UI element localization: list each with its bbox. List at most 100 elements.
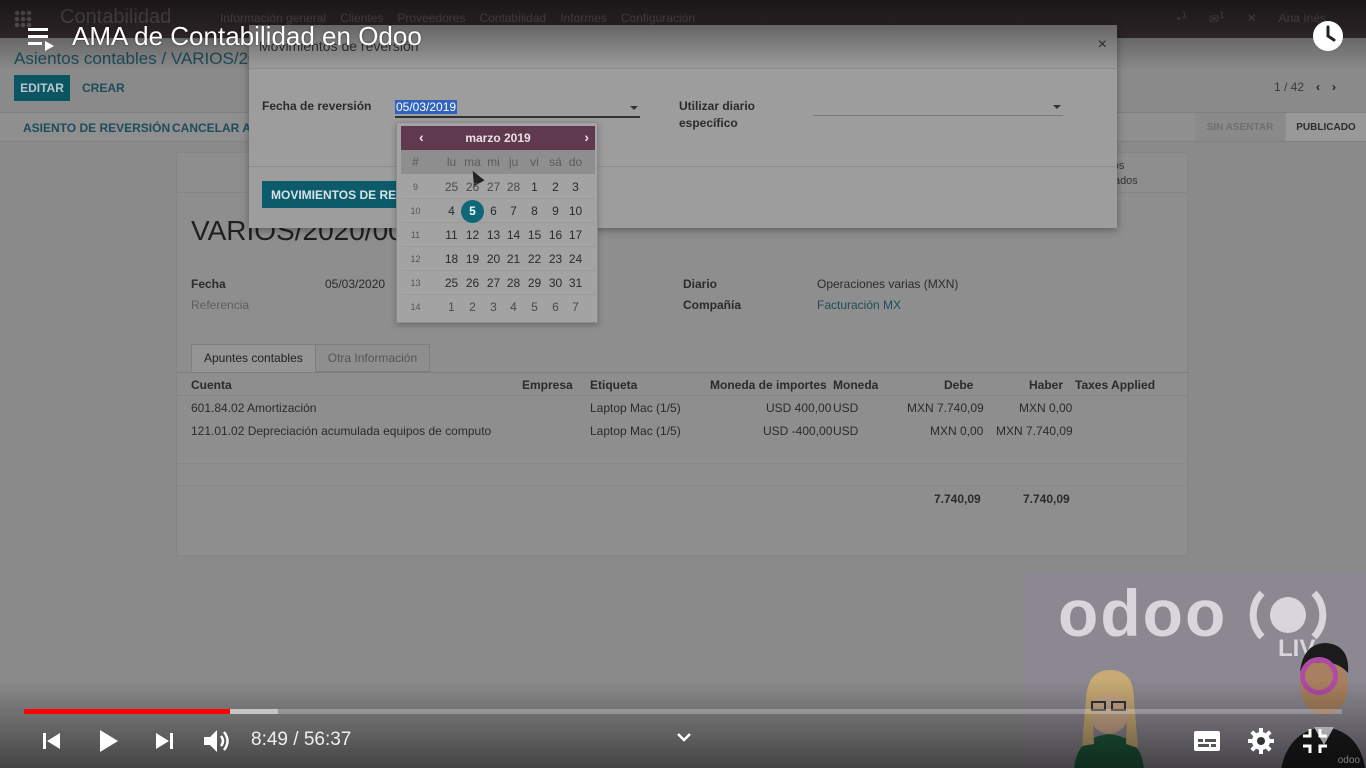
day-cell[interactable]: 9	[545, 199, 566, 223]
activity-icon[interactable]: ◔1	[1174, 10, 1187, 26]
day-cell[interactable]: 27	[483, 175, 504, 199]
day-cell[interactable]: 29	[524, 271, 545, 295]
time-display: 8:49 / 56:37	[251, 729, 351, 751]
edit-button[interactable]: EDITAR	[14, 75, 70, 101]
day-cell[interactable]: 1	[524, 175, 545, 199]
day-cell[interactable]: 13	[483, 223, 504, 247]
day-cell[interactable]: 17	[565, 223, 586, 247]
day-cell[interactable]: 3	[565, 175, 586, 199]
col-moneda[interactable]: Moneda	[833, 378, 878, 392]
day-cell[interactable]: 16	[545, 223, 566, 247]
datepicker-month[interactable]: marzo 2019	[401, 131, 595, 145]
cancel-entry-button[interactable]: CANCELAR AS	[172, 121, 259, 135]
status-posted[interactable]: PUBLICADO	[1286, 113, 1366, 141]
col-cuenta[interactable]: Cuenta	[191, 378, 232, 392]
exit-fullscreen-icon[interactable]	[1300, 726, 1330, 756]
chevron-down-icon[interactable]	[630, 106, 638, 110]
day-cell[interactable]: 27	[483, 271, 504, 295]
day-cell[interactable]: 2	[462, 295, 483, 319]
dialog-footer-divider	[249, 166, 1117, 167]
day-cell[interactable]: 25	[441, 271, 462, 295]
clock-icon[interactable]	[1312, 20, 1344, 52]
fecha-value[interactable]: 05/03/2020	[325, 277, 385, 291]
tab-apuntes[interactable]: Apuntes contables	[191, 344, 316, 372]
day-cell[interactable]: 6	[483, 199, 504, 223]
day-cell[interactable]: 3	[483, 295, 504, 319]
day-cell[interactable]: 21	[503, 247, 524, 271]
apps-grid-icon[interactable]	[14, 10, 32, 28]
time-separator: /	[287, 729, 304, 750]
day-cell[interactable]: 1	[441, 295, 462, 319]
menu-item-informes[interactable]: Informes	[560, 11, 607, 25]
playlist-icon[interactable]	[28, 27, 56, 51]
day-cell[interactable]: 19	[462, 247, 483, 271]
day-cell[interactable]: 18	[441, 247, 462, 271]
day-cell[interactable]: 28	[503, 271, 524, 295]
day-cell[interactable]: 15	[524, 223, 545, 247]
day-cell[interactable]: 31	[565, 271, 586, 295]
table-totals: 7.740,09 7.740,09	[177, 486, 1189, 510]
col-haber[interactable]: Haber	[1029, 378, 1063, 392]
day-cell[interactable]: 14	[503, 223, 524, 247]
table-row[interactable]: 121.01.02 Depreciación acumulada equipos…	[177, 419, 1189, 442]
play-icon[interactable]	[92, 726, 122, 756]
reversal-date-input[interactable]: 05/03/2019	[395, 98, 640, 118]
day-cell[interactable]: 7	[565, 295, 586, 319]
menu-item-configuracion[interactable]: Configuración	[621, 11, 695, 25]
day-cell[interactable]: 11	[441, 223, 462, 247]
day-cell[interactable]: 4	[503, 295, 524, 319]
breadcrumb[interactable]: Asientos contables / VARIOS/20	[14, 49, 257, 69]
day-cell[interactable]: 26	[462, 271, 483, 295]
day-cell[interactable]: 6	[545, 295, 566, 319]
day-cell[interactable]: 22	[524, 247, 545, 271]
pager-next-icon[interactable]: ›	[1332, 80, 1336, 94]
pager-prev-icon[interactable]: ‹	[1316, 80, 1320, 94]
journal-select[interactable]	[813, 98, 1063, 116]
table-row[interactable]: 601.84.02 Amortización Laptop Mac (1/5) …	[177, 396, 1189, 419]
day-cell[interactable]: 4	[441, 199, 462, 223]
day-cell[interactable]: 30	[545, 271, 566, 295]
tab-otra-informacion[interactable]: Otra Información	[315, 344, 431, 372]
reverse-moves-button[interactable]: MOVIMIENTOS DE REVERSIÓN	[262, 181, 402, 208]
col-etiqueta[interactable]: Etiqueta	[590, 378, 637, 392]
next-icon[interactable]	[150, 726, 180, 756]
selected-day[interactable]: 5	[461, 199, 484, 223]
create-button[interactable]: CREAR	[82, 81, 125, 95]
video-title[interactable]: AMA de Contabilidad en Odoo	[72, 21, 422, 52]
day-cell[interactable]: 28	[503, 175, 524, 199]
reverse-entry-button[interactable]: ASIENTO DE REVERSIÓN	[23, 121, 170, 135]
subtitles-icon[interactable]	[1192, 726, 1222, 756]
status-draft[interactable]: SIN ASENTAR	[1195, 113, 1285, 141]
col-debe[interactable]: Debe	[944, 378, 973, 392]
col-empresa[interactable]: Empresa	[522, 378, 573, 392]
day-cell[interactable]: 10	[565, 199, 586, 223]
compania-label: Compañía	[683, 298, 742, 312]
chevron-down-icon[interactable]	[1053, 105, 1061, 109]
day-cell[interactable]: 23	[545, 247, 566, 271]
chevron-right-icon[interactable]: ›	[584, 129, 589, 145]
day-cell[interactable]: 2	[545, 175, 566, 199]
prev-icon[interactable]	[36, 726, 66, 756]
progress-bar[interactable]	[24, 709, 1342, 714]
diario-value[interactable]: Operaciones varias (MXN)	[817, 277, 958, 291]
reversal-date-value[interactable]: 05/03/2019	[395, 100, 458, 114]
day-cell[interactable]: 25	[441, 175, 462, 199]
day-cell[interactable]: 12	[462, 223, 483, 247]
day-cell[interactable]: 24	[565, 247, 586, 271]
compania-value[interactable]: Facturación MX	[817, 298, 901, 312]
day-cell[interactable]: 8	[524, 199, 545, 223]
day-cell[interactable]: 5	[524, 295, 545, 319]
day-cell[interactable]: 20	[483, 247, 504, 271]
close-x-icon[interactable]: ✕	[1247, 11, 1257, 25]
volume-icon[interactable]	[202, 726, 232, 756]
close-icon[interactable]: ×	[1098, 36, 1107, 54]
settings-icon[interactable]	[1246, 726, 1276, 756]
day-cell[interactable]: 26	[462, 175, 483, 199]
chat-icon[interactable]: ✉1	[1209, 10, 1225, 26]
menu-item-contabilidad[interactable]: Contabilidad	[479, 11, 546, 25]
chevron-down-icon[interactable]	[674, 727, 694, 747]
day-cell[interactable]: 7	[503, 199, 524, 223]
col-moneda-importes[interactable]: Moneda de importes	[710, 378, 827, 392]
col-taxes[interactable]: Taxes Applied	[1075, 378, 1155, 392]
diario-label: Diario	[683, 277, 718, 291]
